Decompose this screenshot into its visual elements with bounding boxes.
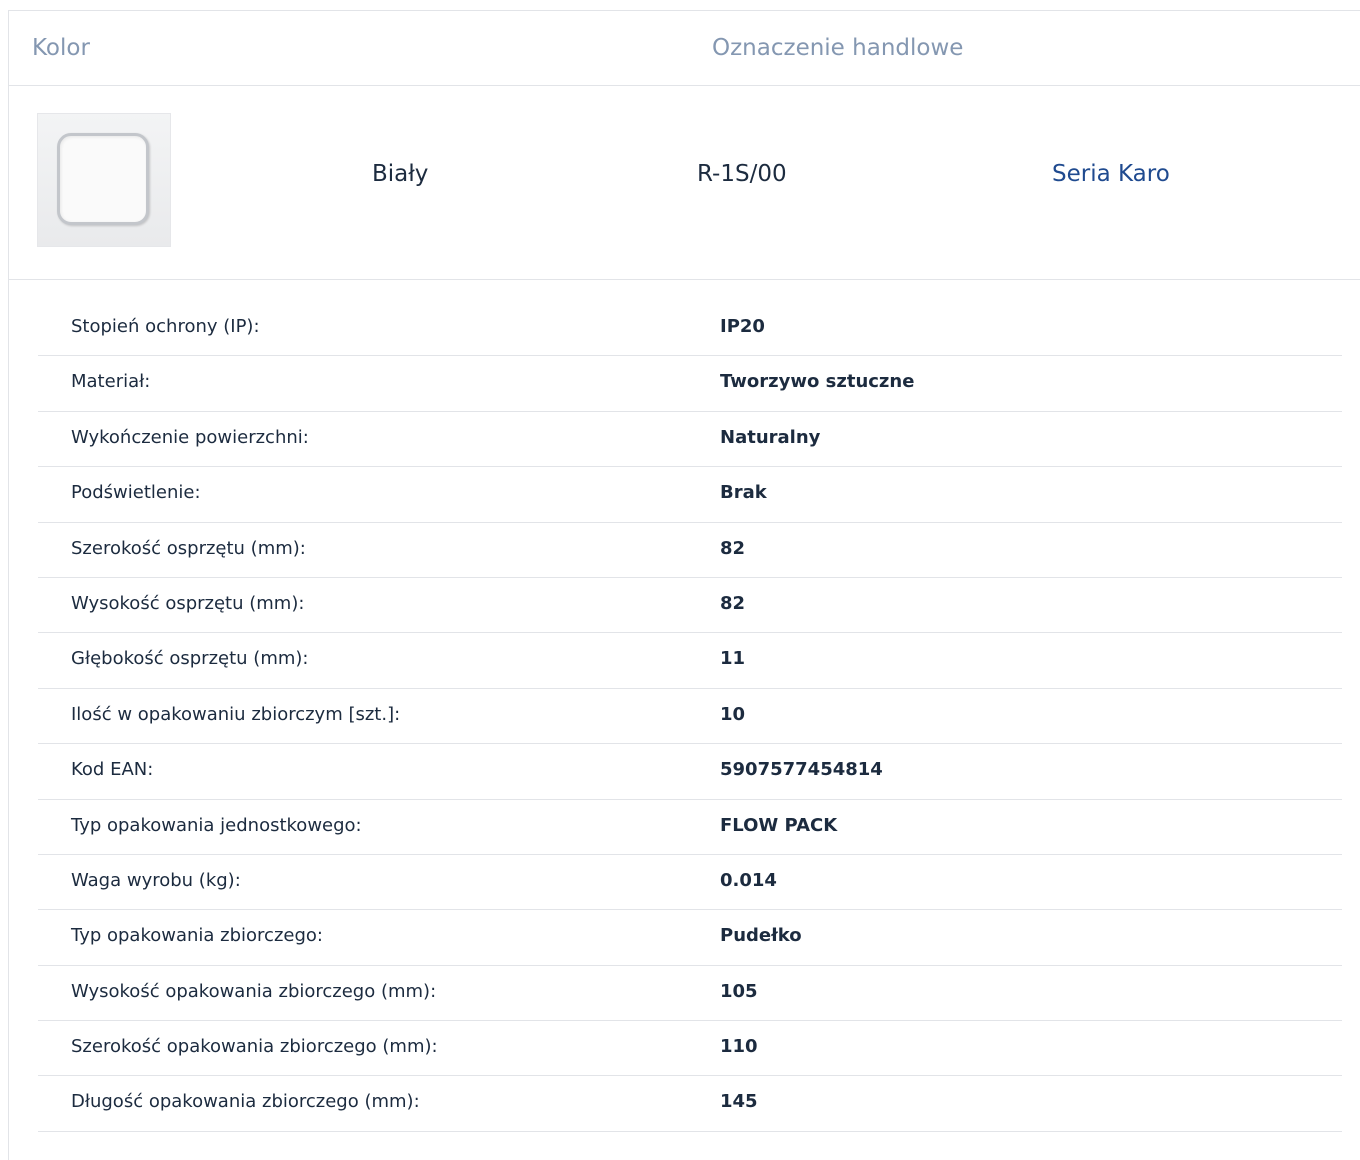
- spec-label: Szerokość osprzętu (mm):: [71, 537, 306, 559]
- frame-shape: [57, 133, 149, 225]
- spec-label: Stopień ochrony (IP):: [71, 316, 260, 337]
- spec-row: Wysokość osprzętu (mm): 82: [38, 578, 1342, 634]
- spec-value: 110: [720, 1036, 758, 1058]
- spec-value: 105: [720, 980, 758, 1002]
- spec-label: Głębokość osprzętu (mm):: [71, 648, 309, 670]
- spec-value: Brak: [720, 482, 767, 504]
- spec-label: Waga wyrobu (kg):: [71, 869, 241, 891]
- spec-row: Stopień ochrony (IP): IP20: [38, 301, 1342, 357]
- spec-label: Długość opakowania zbiorczego (mm):: [71, 1091, 420, 1113]
- spec-value: 82: [720, 592, 746, 614]
- spec-row: Szerokość osprzętu (mm): 82: [38, 523, 1342, 578]
- spec-label: Typ opakowania zbiorczego:: [71, 925, 323, 947]
- spec-label: Szerokość opakowania zbiorczego (mm):: [71, 1036, 438, 1058]
- spec-value: 11: [720, 648, 746, 670]
- product-code: R-1S/00: [697, 161, 787, 187]
- table-header-row: Kolor Oznaczenie handlowe: [9, 11, 1360, 86]
- spec-value: IP20: [720, 316, 765, 337]
- spec-value: 82: [720, 537, 746, 559]
- spec-value: Pudełko: [720, 925, 802, 947]
- product-variant-row: Biały R-1S/00 Seria Karo: [9, 85, 1360, 280]
- spec-label: Ilość w opakowaniu zbiorczym [szt.]:: [71, 703, 401, 725]
- spec-row: Materiał: Tworzywo sztuczne: [38, 356, 1342, 412]
- spec-value: Naturalny: [720, 426, 821, 448]
- color-column-header: Kolor: [32, 35, 90, 61]
- spec-row: Wykończenie powierzchni: Naturalny: [38, 412, 1342, 468]
- spec-label: Wysokość osprzętu (mm):: [71, 592, 305, 614]
- spec-value: 0.014: [720, 869, 777, 891]
- spec-value: 145: [720, 1091, 758, 1113]
- white-single-frame-image: [37, 113, 171, 247]
- spec-label: Podświetlenie:: [71, 482, 201, 504]
- spec-row: Podświetlenie: Brak: [38, 467, 1342, 523]
- spec-row: Waga wyrobu (kg): 0.014: [38, 855, 1342, 911]
- spec-row: Długość opakowania zbiorczego (mm): 145: [38, 1076, 1342, 1132]
- spec-label: Typ opakowania jednostkowego:: [71, 814, 362, 836]
- spec-row: Szerokość opakowania zbiorczego (mm): 110: [38, 1021, 1342, 1077]
- spec-value: FLOW PACK: [720, 814, 838, 836]
- spec-row: Głębokość osprzętu (mm): 11: [38, 633, 1342, 689]
- spec-value: Tworzywo sztuczne: [720, 371, 915, 393]
- product-color: Biały: [372, 161, 429, 187]
- specifications-table: Stopień ochrony (IP): IP20 Materiał: Tworzy…: [38, 301, 1342, 1132]
- spec-row: Typ opakowania zbiorczego: Pudełko: [38, 910, 1342, 966]
- spec-label: Materiał:: [71, 371, 151, 393]
- spec-label: Wysokość opakowania zbiorczego (mm):: [71, 980, 437, 1002]
- spec-row: Kod EAN: 5907577454814: [38, 744, 1342, 800]
- series-link[interactable]: Seria Karo: [1052, 161, 1170, 187]
- spec-label: Wykończenie powierzchni:: [71, 426, 309, 448]
- spec-row: Wysokość opakowania zbiorczego (mm): 105: [38, 966, 1342, 1022]
- spec-row: Ilość w opakowaniu zbiorczym [szt.]: 10: [38, 689, 1342, 745]
- spec-value: 5907577454814: [720, 759, 883, 781]
- trade-name-column-header: Oznaczenie handlowe: [712, 35, 964, 61]
- spec-value: 10: [720, 703, 746, 725]
- spec-row: Typ opakowania jednostkowego: FLOW PACK: [38, 800, 1342, 855]
- spec-label: Kod EAN:: [71, 759, 154, 781]
